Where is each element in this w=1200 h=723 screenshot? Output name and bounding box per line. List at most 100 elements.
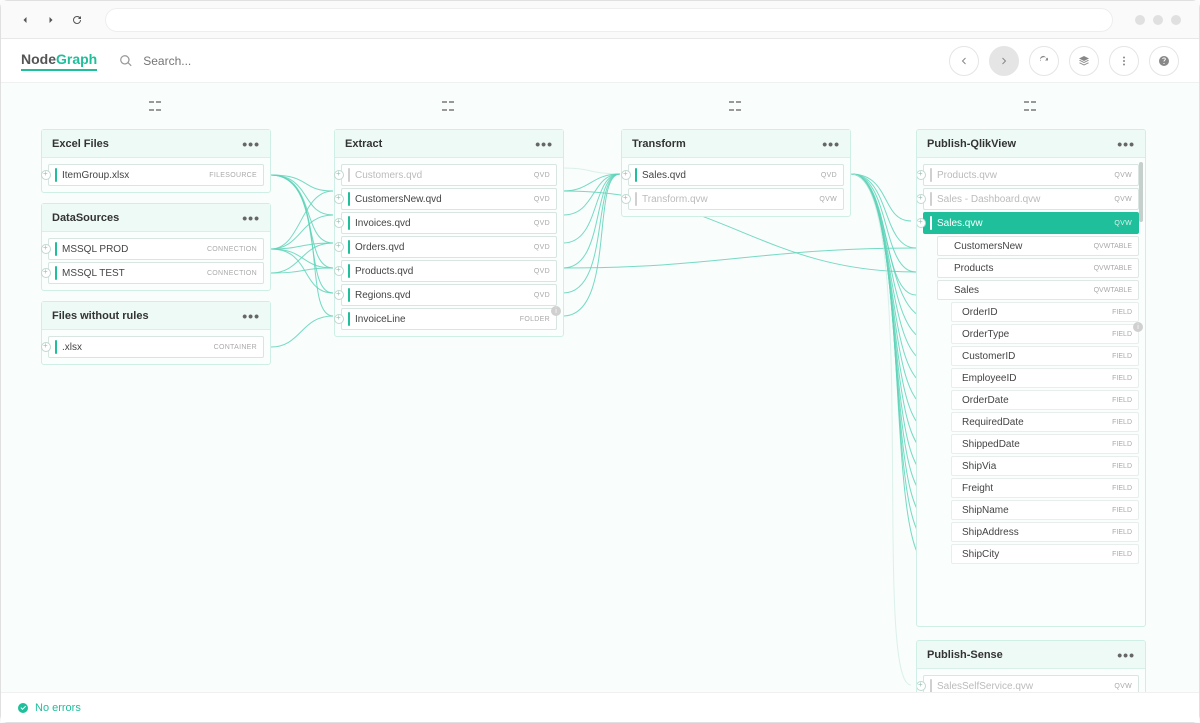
input-port[interactable]: [334, 314, 344, 324]
node-item[interactable]: OrderTypeFIELDi: [951, 324, 1139, 344]
node-type-tag: FOLDER: [520, 316, 550, 323]
nav-reload-icon[interactable]: [71, 14, 83, 26]
node-item[interactable]: ShipCityFIELD: [951, 544, 1139, 564]
input-port[interactable]: [334, 194, 344, 204]
nav-back-icon[interactable]: [19, 14, 31, 26]
node-item[interactable]: Orders.qvdQVD: [341, 236, 557, 258]
input-port[interactable]: [334, 290, 344, 300]
node-item[interactable]: Sales - Dashboard.qvwQVW: [923, 188, 1139, 210]
input-port[interactable]: [41, 170, 51, 180]
input-port[interactable]: [916, 170, 926, 180]
panel-title: Publish-Sense: [927, 649, 1003, 661]
panel-header[interactable]: Transform •••: [622, 130, 850, 158]
node-item[interactable]: MSSQL PRODCONNECTION: [48, 238, 264, 260]
panel: Files without rules••• .xlsxCONTAINER: [41, 301, 271, 365]
panel-more-icon[interactable]: •••: [1117, 136, 1135, 152]
input-port[interactable]: [41, 268, 51, 278]
node-item[interactable]: Transform.qvwQVW: [628, 188, 844, 210]
input-port[interactable]: [41, 244, 51, 254]
node-item[interactable]: CustomersNew.qvdQVD: [341, 188, 557, 210]
node-label: RequiredDate: [962, 417, 1024, 428]
node-type-tag: QVW: [1114, 683, 1132, 690]
column-handle[interactable]: [729, 101, 743, 115]
node-item[interactable]: .xlsxCONTAINER: [48, 336, 264, 358]
node-label: Products.qvw: [937, 170, 997, 181]
panel-more-icon[interactable]: •••: [242, 210, 260, 226]
node-item[interactable]: ShippedDateFIELD: [951, 434, 1139, 454]
node-item[interactable]: Products.qvdQVD: [341, 260, 557, 282]
node-type-tag: FIELD: [1112, 353, 1132, 360]
node-item[interactable]: SalesQVWTABLE: [937, 280, 1139, 300]
panel-header[interactable]: Excel Files•••: [42, 130, 270, 158]
layers-button[interactable]: [1069, 46, 1099, 76]
node-item[interactable]: MSSQL TESTCONNECTION: [48, 262, 264, 284]
panel-header[interactable]: Files without rules•••: [42, 302, 270, 330]
app-logo[interactable]: NodeGraph: [21, 51, 97, 71]
input-port[interactable]: [334, 242, 344, 252]
node-item[interactable]: ItemGroup.xlsxFILESOURCE: [48, 164, 264, 186]
search-box[interactable]: [119, 54, 263, 68]
node-item[interactable]: CustomerIDFIELD: [951, 346, 1139, 366]
nav-prev-button[interactable]: [949, 46, 979, 76]
node-item[interactable]: Customers.qvdQVD: [341, 164, 557, 186]
node-item[interactable]: OrderIDFIELD: [951, 302, 1139, 322]
node-item[interactable]: Products.qvw QVW: [923, 164, 1139, 186]
more-button[interactable]: [1109, 46, 1139, 76]
input-port[interactable]: [334, 170, 344, 180]
node-label: ShipName: [962, 505, 1009, 516]
browser-chrome: [1, 1, 1199, 39]
node-item[interactable]: CustomersNewQVWTABLE: [937, 236, 1139, 256]
node-item[interactable]: Sales.qvwQVW: [923, 212, 1139, 234]
input-port[interactable]: [621, 170, 631, 180]
node-item[interactable]: Sales.qvdQVD: [628, 164, 844, 186]
column-handle[interactable]: [149, 101, 163, 115]
graph-canvas[interactable]: Excel Files••• ItemGroup.xlsxFILESOURCE Da…: [1, 83, 1199, 692]
input-port[interactable]: [621, 194, 631, 204]
column-handle[interactable]: [442, 101, 456, 115]
scrollbar-thumb[interactable]: [1139, 162, 1143, 222]
input-port[interactable]: [916, 681, 926, 691]
column-handle[interactable]: [1024, 101, 1038, 115]
node-type-tag: FILESOURCE: [209, 172, 257, 179]
panel-header[interactable]: DataSources•••: [42, 204, 270, 232]
panel-header[interactable]: Publish-Sense •••: [917, 641, 1145, 669]
node-label: Customers.qvd: [355, 170, 422, 181]
node-label: ShippedDate: [962, 439, 1020, 450]
panel-header[interactable]: Publish-QlikView•••: [917, 130, 1145, 158]
node-item[interactable]: Invoices.qvdQVD: [341, 212, 557, 234]
panel-more-icon[interactable]: •••: [1117, 647, 1135, 663]
panel-header[interactable]: Extract•••: [335, 130, 563, 158]
nav-next-button[interactable]: [989, 46, 1019, 76]
nav-forward-icon[interactable]: [45, 14, 57, 26]
panel-more-icon[interactable]: •••: [242, 308, 260, 324]
node-item[interactable]: Regions.qvdQVD: [341, 284, 557, 306]
help-button[interactable]: [1149, 46, 1179, 76]
node-item[interactable]: FreightFIELD: [951, 478, 1139, 498]
node-item[interactable]: SalesSelfService.qvwQVW: [923, 675, 1139, 692]
refresh-button[interactable]: [1029, 46, 1059, 76]
node-item[interactable]: EmployeeIDFIELD: [951, 368, 1139, 388]
node-type-tag: QVW: [1114, 172, 1132, 179]
panel-more-icon[interactable]: •••: [822, 136, 840, 152]
node-item[interactable]: RequiredDateFIELD: [951, 412, 1139, 432]
search-input[interactable]: [143, 54, 263, 68]
info-badge-icon[interactable]: i: [551, 306, 561, 316]
url-bar[interactable]: [105, 8, 1113, 32]
input-port[interactable]: [334, 266, 344, 276]
node-label: ShipAddress: [962, 527, 1019, 538]
node-item[interactable]: InvoiceLineFOLDERi: [341, 308, 557, 330]
input-port[interactable]: [916, 194, 926, 204]
panel-more-icon[interactable]: •••: [535, 136, 553, 152]
node-item[interactable]: ProductsQVWTABLE: [937, 258, 1139, 278]
panel-title: Transform: [632, 138, 686, 150]
node-label: ShipVia: [962, 461, 996, 472]
panel-more-icon[interactable]: •••: [242, 136, 260, 152]
panel-body: MSSQL PRODCONNECTIONMSSQL TESTCONNECTION: [42, 232, 270, 290]
input-port[interactable]: [41, 342, 51, 352]
node-item[interactable]: OrderDateFIELD: [951, 390, 1139, 410]
node-item[interactable]: ShipViaFIELD: [951, 456, 1139, 476]
node-item[interactable]: ShipNameFIELD: [951, 500, 1139, 520]
input-port[interactable]: [334, 218, 344, 228]
node-item[interactable]: ShipAddressFIELD: [951, 522, 1139, 542]
input-port[interactable]: [916, 218, 926, 228]
